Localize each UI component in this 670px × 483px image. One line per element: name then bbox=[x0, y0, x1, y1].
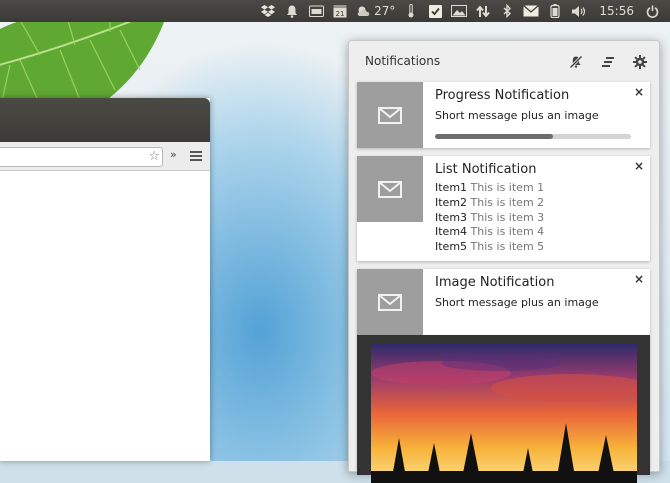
notification-item-list: Item1 This is item 1 Item2 This is item … bbox=[435, 181, 544, 255]
mail-icon bbox=[378, 293, 402, 311]
list-item: Item3 This is item 3 bbox=[435, 211, 544, 226]
bell-icon[interactable] bbox=[280, 0, 304, 22]
list-item-name: Item3 bbox=[435, 210, 468, 224]
image-icon[interactable] bbox=[447, 0, 471, 22]
progress-bar-fill bbox=[435, 134, 553, 139]
mail-icon bbox=[378, 180, 402, 198]
list-item: Item5 This is item 5 bbox=[435, 240, 544, 255]
image-notification-card[interactable]: Image Notification Short message plus an… bbox=[357, 269, 650, 483]
address-bar[interactable]: ☆ bbox=[0, 147, 163, 167]
mail-icon bbox=[378, 106, 402, 124]
clear-all-icon[interactable] bbox=[599, 53, 617, 71]
clock[interactable]: 15:56 bbox=[591, 0, 640, 22]
list-item-value: This is item 1 bbox=[470, 181, 545, 194]
list-item: Item4 This is item 4 bbox=[435, 225, 544, 240]
notification-title: List Notification bbox=[435, 162, 537, 177]
browser-menu-icon[interactable] bbox=[190, 151, 202, 163]
notification-title: Image Notification bbox=[435, 275, 555, 290]
do-not-disturb-icon[interactable] bbox=[567, 53, 585, 71]
notification-image-frame bbox=[357, 335, 650, 483]
weather-icon bbox=[357, 6, 370, 16]
thermometer-icon[interactable] bbox=[399, 0, 423, 22]
list-item-name: Item1 bbox=[435, 181, 468, 194]
folder-icon[interactable] bbox=[304, 0, 328, 22]
bookmark-star-icon[interactable]: ☆ bbox=[148, 149, 160, 165]
weather-temperature: 27° bbox=[374, 4, 396, 18]
volume-icon[interactable] bbox=[567, 0, 591, 22]
network-arrows-icon[interactable] bbox=[471, 0, 495, 22]
notification-message: Short message plus an image bbox=[435, 296, 599, 309]
list-item-name: Item5 bbox=[435, 240, 468, 254]
calendar-icon[interactable]: 21 bbox=[328, 0, 352, 22]
browser-window: ☆ » bbox=[0, 98, 210, 461]
list-item-value: This is item 3 bbox=[470, 210, 545, 224]
settings-gear-icon[interactable] bbox=[631, 53, 649, 71]
notification-title: Progress Notification bbox=[435, 88, 570, 103]
list-item-name: Item4 bbox=[435, 225, 468, 239]
sunset-photo bbox=[371, 343, 637, 483]
list-item-value: This is item 4 bbox=[470, 225, 545, 239]
close-icon[interactable]: × bbox=[634, 85, 644, 99]
list-notification-card[interactable]: List Notification × Item1 This is item 1… bbox=[357, 156, 650, 261]
calendar-day: 21 bbox=[336, 10, 345, 18]
list-item-value: This is item 5 bbox=[470, 240, 545, 254]
checkbox-icon[interactable] bbox=[423, 0, 447, 22]
notification-image-placeholder bbox=[357, 82, 423, 148]
notification-image-placeholder bbox=[357, 269, 423, 335]
dropbox-icon[interactable] bbox=[256, 0, 280, 22]
list-item-value: This is item 2 bbox=[470, 195, 545, 209]
notification-image-placeholder bbox=[357, 156, 423, 222]
clock-time: 15:56 bbox=[599, 4, 634, 18]
progress-notification-card[interactable]: Progress Notification Short message plus… bbox=[357, 82, 650, 148]
progress-bar bbox=[435, 134, 631, 139]
extensions-overflow-icon[interactable]: » bbox=[170, 148, 177, 161]
notification-center-title: Notifications bbox=[365, 54, 441, 68]
mail-icon[interactable] bbox=[519, 0, 543, 22]
battery-icon[interactable] bbox=[543, 0, 567, 22]
notification-message: Short message plus an image bbox=[435, 109, 599, 122]
weather-indicator[interactable]: 27° bbox=[352, 0, 399, 22]
notification-center-header: Notifications bbox=[349, 41, 659, 83]
close-icon[interactable]: × bbox=[634, 272, 644, 286]
browser-toolbar: ☆ » bbox=[0, 142, 210, 171]
bluetooth-icon[interactable] bbox=[495, 0, 519, 22]
browser-titlebar[interactable] bbox=[0, 98, 210, 142]
list-item-name: Item2 bbox=[435, 195, 468, 209]
list-item: Item1 This is item 1 bbox=[435, 181, 544, 196]
notification-center: Notifications Progress Notification Shor… bbox=[348, 40, 660, 483]
list-item: Item2 This is item 2 bbox=[435, 196, 544, 211]
power-icon[interactable] bbox=[640, 0, 664, 22]
top-panel: 21 27° 15:56 bbox=[0, 0, 670, 22]
close-icon[interactable]: × bbox=[634, 159, 644, 173]
